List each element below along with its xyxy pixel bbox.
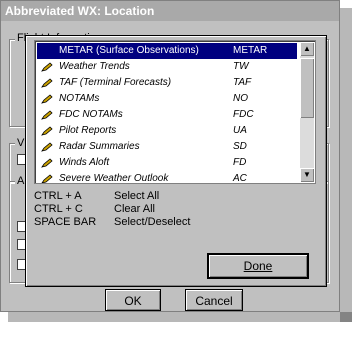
- list-item-name: TAF (Terminal Forecasts): [59, 77, 172, 88]
- list-item-code: AC: [233, 173, 247, 184]
- pencil-icon: [41, 62, 53, 72]
- pencil-icon: [41, 110, 53, 120]
- title-bar: Abbreviated WX: Location: [1, 1, 339, 21]
- cancel-button[interactable]: Cancel: [185, 289, 243, 311]
- list-item[interactable]: FDC NOTAMs FDC: [37, 107, 297, 123]
- shortcut-keys-3: SPACE BAR: [34, 216, 97, 228]
- list-item-code: METAR: [233, 45, 268, 56]
- list-item-code: SD: [233, 141, 247, 152]
- main-window: Abbreviated WX: Location Flight Informat…: [0, 0, 340, 312]
- shortcut-action-2: Clear All: [114, 203, 155, 215]
- list-item[interactable]: Severe Weather Outlook AC: [37, 171, 297, 184]
- list-item[interactable]: NOTAMs NO: [37, 91, 297, 107]
- list-item[interactable]: Pilot Reports UA: [37, 123, 297, 139]
- list-item-name: Weather Trends: [59, 61, 130, 72]
- done-button[interactable]: Done: [207, 253, 309, 279]
- pencil-icon: [41, 78, 53, 88]
- list-item-name: Severe Weather Outlook: [59, 173, 169, 184]
- list-item-code: NO: [233, 93, 248, 104]
- pencil-icon: [41, 126, 53, 136]
- pencil-icon: [41, 94, 53, 104]
- list-item[interactable]: Radar Summaries SD: [37, 139, 297, 155]
- list-item-name: METAR (Surface Observations): [59, 45, 199, 56]
- shortcut-action-3: Select/Deselect: [114, 216, 191, 228]
- shortcut-keys-2: CTRL + C: [34, 203, 83, 215]
- list-item-code: TAF: [233, 77, 252, 88]
- shortcut-keys-1: CTRL + A: [34, 190, 82, 202]
- list-item[interactable]: Weather Trends TW: [37, 59, 297, 75]
- ok-button[interactable]: OK: [105, 289, 161, 311]
- list-item-code: FD: [233, 157, 247, 168]
- window-title: Abbreviated WX: Location: [5, 4, 155, 18]
- scroll-up-arrow-icon[interactable]: ▲: [300, 42, 314, 56]
- list-item[interactable]: Winds Aloft FD: [37, 155, 297, 171]
- list-scrollbar[interactable]: ▲ ▼: [300, 42, 314, 182]
- pencil-icon: [41, 158, 53, 168]
- list-item-name: Radar Summaries: [59, 141, 140, 152]
- list-item-name: Winds Aloft: [59, 157, 110, 168]
- pencil-icon: [41, 142, 53, 152]
- scroll-thumb[interactable]: [300, 58, 314, 118]
- shortcut-action-1: Select All: [114, 190, 160, 202]
- list-item-name: Pilot Reports: [59, 125, 117, 136]
- list-item[interactable]: METAR (Surface Observations) METAR: [37, 43, 297, 59]
- list-item-code: FDC: [233, 109, 254, 120]
- list-item-code: UA: [233, 125, 247, 136]
- pencil-icon: [41, 174, 53, 183]
- list-item-name: FDC NOTAMs: [59, 109, 123, 120]
- scroll-down-arrow-icon[interactable]: ▼: [300, 168, 314, 182]
- list-item[interactable]: TAF (Terminal Forecasts) TAF: [37, 75, 297, 91]
- list-item-name: NOTAMs: [59, 93, 100, 104]
- product-selector-popup: METAR (Surface Observations) METAR Weather…: [25, 35, 327, 287]
- product-list[interactable]: METAR (Surface Observations) METAR Weather…: [34, 40, 316, 184]
- list-item-code: TW: [233, 61, 249, 72]
- done-button-label: Done: [243, 259, 273, 273]
